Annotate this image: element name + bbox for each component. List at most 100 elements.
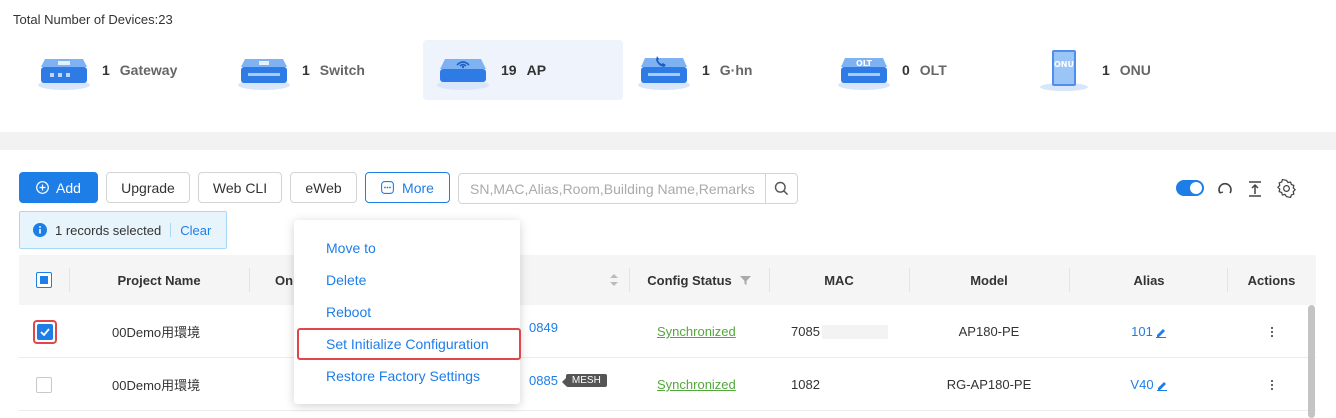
vertical-scrollbar[interactable] xyxy=(1308,305,1315,418)
config-status-link[interactable]: Synchronized xyxy=(657,324,736,339)
device-count: 1 xyxy=(1102,62,1110,78)
project-cell: 00Demo用環境 xyxy=(112,325,201,340)
sn-link[interactable]: 0885 xyxy=(529,373,558,388)
device-name: G·hn xyxy=(719,62,753,78)
menu-item-reboot[interactable]: Reboot xyxy=(326,304,371,320)
more-dropdown-menu: Move to Delete Reboot Set Initialize Con… xyxy=(294,220,521,404)
sort-icon[interactable] xyxy=(609,273,619,287)
divider xyxy=(170,223,172,237)
mac-text: 7085 xyxy=(791,324,820,339)
search-input[interactable] xyxy=(459,174,765,203)
device-name: ONU xyxy=(1119,62,1151,78)
device-count: 1 xyxy=(102,62,110,78)
alias-text[interactable]: 101 xyxy=(1131,324,1153,339)
menu-item-move-to[interactable]: Move to xyxy=(326,240,376,256)
ghn-icon xyxy=(636,47,692,93)
model-cell: RG-AP180-PE xyxy=(946,377,1032,392)
section-divider xyxy=(0,132,1336,150)
menu-item-set-initialize-configuration[interactable]: Set Initialize Configuration xyxy=(326,336,489,352)
config-status-cell: Synchronized xyxy=(657,305,736,358)
select-all-cell xyxy=(19,255,69,305)
device-type-onu[interactable]: ONU 1 ONU xyxy=(1024,40,1214,100)
ap-icon xyxy=(435,47,491,93)
svg-text:OLT: OLT xyxy=(856,59,873,68)
search-button[interactable] xyxy=(765,174,797,203)
more-vertical-icon xyxy=(1270,379,1274,391)
gateway-icon xyxy=(36,47,92,93)
plus-circle-icon xyxy=(36,181,49,194)
filter-icon[interactable] xyxy=(739,275,751,286)
clear-selection-link[interactable]: Clear xyxy=(180,223,211,238)
add-label: Add xyxy=(56,179,81,196)
total-devices-label: Total Number of Devices:23 xyxy=(13,12,173,27)
column-header-model[interactable]: Model xyxy=(909,255,1069,305)
row-checkbox-highlight xyxy=(33,319,57,344)
svg-text:ONU: ONU xyxy=(1054,60,1074,69)
column-header-actions: Actions xyxy=(1247,272,1296,288)
sn-link[interactable]: 0849 xyxy=(529,301,558,354)
table-row[interactable]: 00Demo用環境 0885 MESH Synchronized 1082 RG… xyxy=(19,358,1316,411)
device-summary-panel: Total Number of Devices:23 1 Gateway 1 S… xyxy=(0,0,1336,132)
switch-icon xyxy=(236,47,292,93)
device-type-ap[interactable]: 19 AP xyxy=(423,40,623,100)
add-button[interactable]: Add xyxy=(19,172,98,203)
column-header-alias[interactable]: Alias xyxy=(1069,255,1229,305)
upgrade-label: Upgrade xyxy=(121,179,175,196)
info-icon xyxy=(33,223,47,237)
device-name: AP xyxy=(526,62,547,78)
alias-cell: V40 xyxy=(1069,358,1229,411)
edit-icon[interactable] xyxy=(1155,326,1167,338)
device-name: OLT xyxy=(919,62,947,78)
selection-count-text: 1 records selected xyxy=(55,222,162,238)
select-all-checkbox[interactable] xyxy=(36,272,52,288)
mac-cell: 1082 xyxy=(791,377,820,392)
device-type-gateway[interactable]: 1 Gateway xyxy=(24,40,214,100)
menu-item-restore-factory-settings[interactable]: Restore Factory Settings xyxy=(326,368,480,384)
gear-icon[interactable] xyxy=(1277,179,1296,198)
upgrade-button[interactable]: Upgrade xyxy=(106,172,190,203)
row-select-cell xyxy=(36,358,52,411)
device-count: 1 xyxy=(702,62,710,78)
column-header-project[interactable]: Project Name xyxy=(69,255,249,305)
alias-text[interactable]: V40 xyxy=(1130,377,1153,392)
check-icon xyxy=(40,327,50,336)
device-count: 19 xyxy=(501,62,517,78)
export-icon[interactable] xyxy=(1246,180,1264,198)
row-checkbox[interactable] xyxy=(36,376,52,393)
web-cli-button[interactable]: Web CLI xyxy=(198,172,282,203)
onu-icon: ONU xyxy=(1036,47,1092,93)
table-row[interactable]: 00Demo用環境 0849 Synchronized 7085 AP180-P… xyxy=(19,305,1316,358)
column-header-config-status[interactable]: Config Status xyxy=(629,255,769,305)
search-box xyxy=(458,173,798,204)
device-type-ghn[interactable]: 1 G·hn xyxy=(624,40,814,100)
row-actions-menu[interactable] xyxy=(1227,358,1316,411)
edit-icon[interactable] xyxy=(1156,379,1168,391)
view-toggle[interactable] xyxy=(1176,180,1204,196)
eweb-label: eWeb xyxy=(305,179,342,196)
device-type-olt[interactable]: OLT 0 OLT xyxy=(824,40,1014,100)
sn-cell: 0885 MESH xyxy=(529,354,607,407)
config-status-cell: Synchronized xyxy=(657,358,736,411)
column-header-mac[interactable]: MAC xyxy=(769,255,909,305)
redacted-mac xyxy=(821,324,888,339)
device-count: 0 xyxy=(902,62,910,78)
row-checkbox[interactable] xyxy=(37,323,53,340)
mesh-badge: MESH xyxy=(561,374,607,387)
row-actions-menu[interactable] xyxy=(1227,305,1316,358)
device-type-switch[interactable]: 1 Switch xyxy=(224,40,414,100)
menu-item-delete[interactable]: Delete xyxy=(326,272,366,288)
olt-icon: OLT xyxy=(836,47,892,93)
selection-info-bar: 1 records selected Clear xyxy=(19,211,227,249)
more-button[interactable]: More xyxy=(365,172,450,203)
more-dots-icon xyxy=(381,181,394,194)
device-name: Switch xyxy=(319,62,365,78)
device-count: 1 xyxy=(302,62,310,78)
web-cli-label: Web CLI xyxy=(212,179,268,196)
device-list-panel: Add Upgrade Web CLI eWeb More SN,MAC,Ali… xyxy=(0,150,1336,418)
row-select-cell xyxy=(33,305,57,358)
config-status-link[interactable]: Synchronized xyxy=(657,377,736,392)
eweb-button[interactable]: eWeb xyxy=(290,172,357,203)
refresh-icon[interactable] xyxy=(1216,180,1234,198)
indeterminate-mark xyxy=(40,276,48,284)
model-cell: AP180-PE xyxy=(958,324,1020,339)
